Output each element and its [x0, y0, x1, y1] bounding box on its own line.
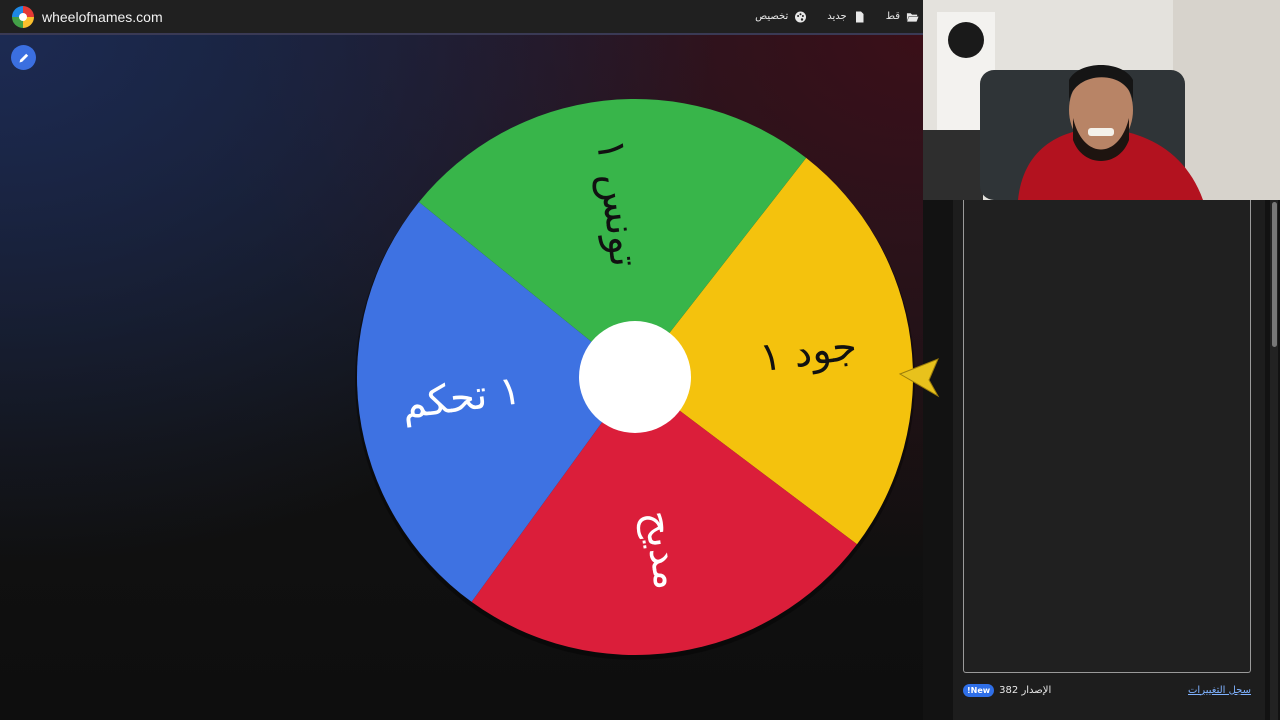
wheel-logo-icon: [12, 5, 34, 28]
top-menu: قط جديد تخصيص: [755, 0, 919, 33]
menu-new-label: جديد: [827, 11, 847, 22]
menu-customize[interactable]: تخصيص: [755, 11, 807, 23]
menu-open-label: قط: [885, 11, 900, 22]
edit-button[interactable]: [11, 45, 36, 70]
site-name: wheelofnames.com: [42, 8, 163, 25]
version-label: الإصدار 382: [999, 684, 1052, 696]
entries-textbox[interactable]: [963, 200, 1251, 673]
new-badge: New!: [963, 683, 995, 697]
changelog-link[interactable]: سجل التغييرات: [1188, 685, 1251, 696]
file-icon: [855, 11, 864, 22]
pencil-icon: [19, 53, 28, 62]
wheel[interactable]: جود ١ مديح ١ تحكم تونس ١: [355, 97, 940, 660]
streamer-image: [923, 0, 1280, 200]
wheel-center-hub[interactable]: [579, 321, 691, 433]
scrollbar-thumb[interactable]: [1272, 202, 1277, 347]
top-bar: wheelofnames.com قط جديد تخصيص: [0, 0, 923, 35]
brand[interactable]: wheelofnames.com: [12, 5, 163, 28]
wheel-graphic[interactable]: جود ١مديح١ تحكمتونس ١: [355, 97, 940, 660]
version-info: الإصدار 382 New!: [963, 683, 1052, 697]
menu-new[interactable]: جديد: [827, 11, 865, 23]
palette-icon: [795, 11, 807, 22]
menu-customize-label: تخصيص: [755, 11, 789, 22]
webcam-overlay: [923, 0, 1280, 200]
panel-footer: الإصدار 382 New! سجل التغييرات: [963, 680, 1251, 700]
folder-open-icon: [906, 12, 919, 22]
menu-open[interactable]: قط: [886, 11, 919, 23]
